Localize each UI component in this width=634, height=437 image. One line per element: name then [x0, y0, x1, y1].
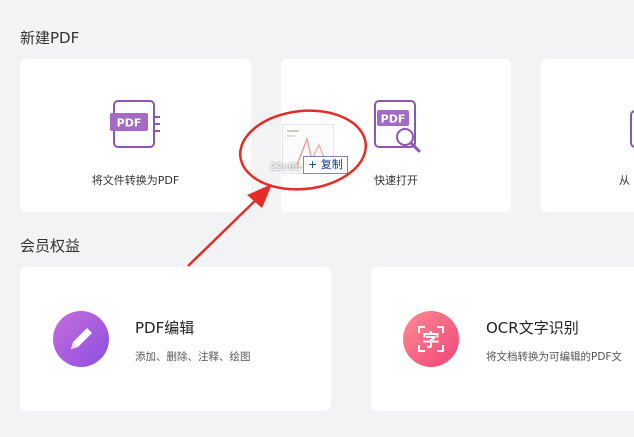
ocr-subtitle: 将文档转换为可编辑的PDF文 [486, 351, 622, 363]
pdf-badge-text-2: PDF [381, 113, 406, 126]
ocr-badge: 字 [403, 311, 459, 367]
convert-to-pdf-card[interactable]: PDF 将文件转换为PDF [20, 59, 251, 212]
pdf-partial-icon [630, 110, 634, 148]
section-title-member-benefits: 会员权益 [20, 237, 81, 255]
ocr-char: 字 [423, 330, 440, 351]
ocr-card[interactable]: 字 OCR文字识别 将文档转换为可编辑的PDF文 [371, 267, 634, 411]
pdf-edit-card[interactable]: PDF编辑 添加、删除、注释、绘图 [20, 267, 331, 411]
pdf-search-icon: PDF [374, 100, 421, 153]
copy-tooltip: + 复制 [303, 156, 348, 174]
third-card-label: 从 [619, 174, 630, 187]
pdf-edit-subtitle: 添加、删除、注释、绘图 [135, 351, 251, 363]
pdf-convert-icon: PDF [110, 100, 160, 148]
dragged-file-name: 22c6b [270, 162, 301, 173]
pdf-edit-badge [53, 311, 109, 367]
section-title-new-pdf: 新建PDF [20, 29, 80, 47]
third-card[interactable]: 从 [541, 59, 634, 212]
ocr-title: OCR文字识别 [486, 319, 579, 337]
pdf-edit-title: PDF编辑 [135, 319, 195, 337]
pdf-badge-text: PDF [117, 117, 142, 130]
pencil-icon [71, 328, 92, 349]
ocr-scan-icon: 字 [418, 326, 444, 352]
convert-to-pdf-label: 将文件转换为PDF [91, 174, 180, 187]
